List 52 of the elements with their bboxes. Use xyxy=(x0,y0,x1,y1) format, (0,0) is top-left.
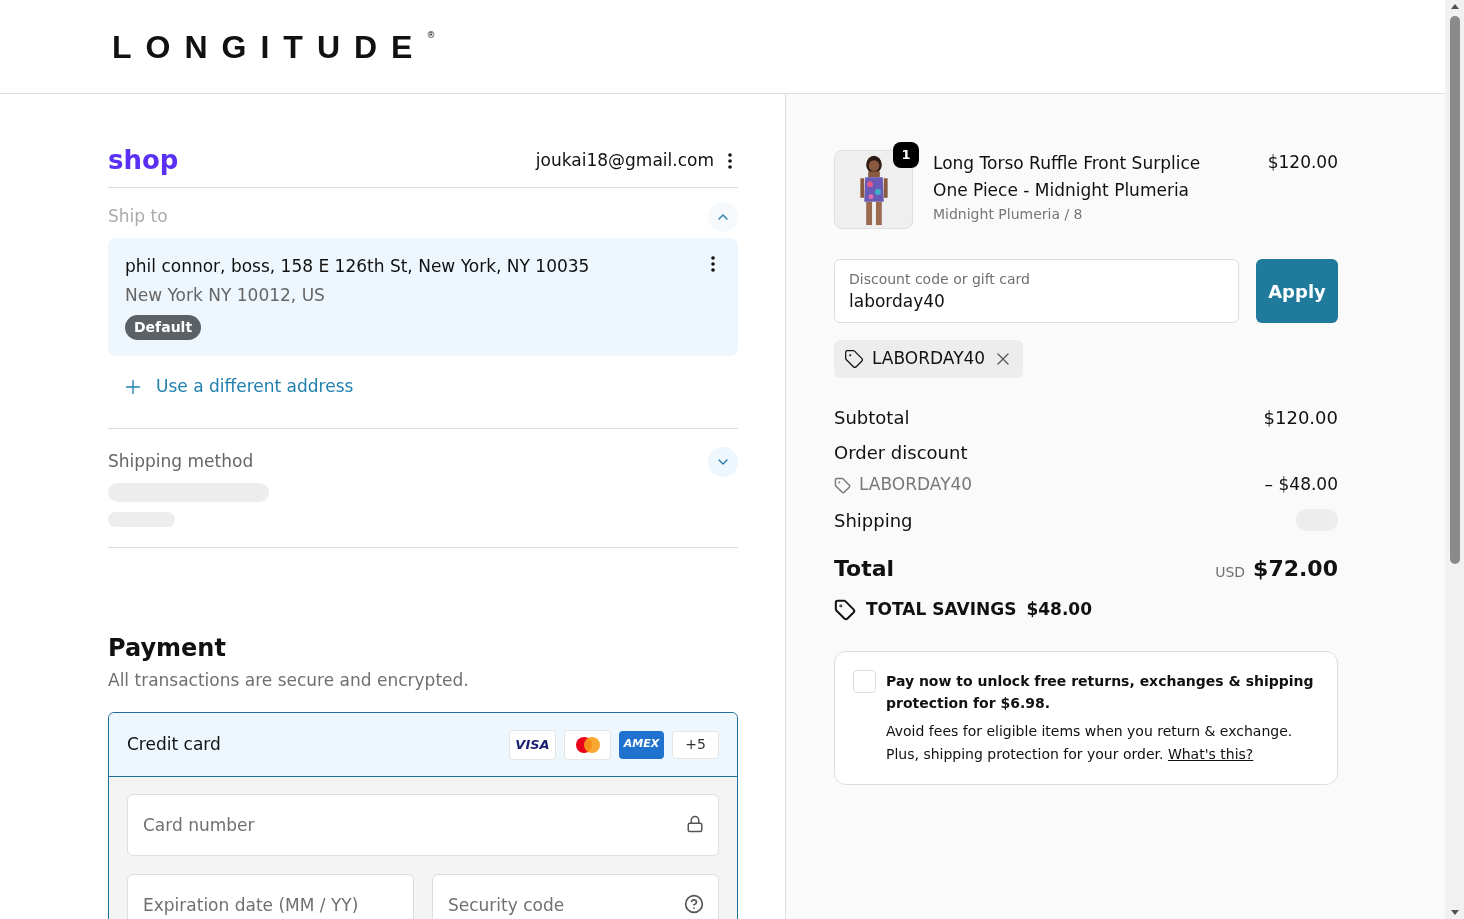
default-badge: Default xyxy=(125,315,202,340)
currency-code: USD xyxy=(1215,563,1246,582)
discount-code: LABORDAY40 xyxy=(859,473,973,497)
summary-label: Subtotal xyxy=(834,406,910,430)
amex-badge: AMEX xyxy=(619,730,664,759)
payment-option-label: Credit card xyxy=(127,732,221,756)
add-address-link[interactable]: Use a different address xyxy=(122,374,354,400)
card-field[interactable]: Card number xyxy=(127,794,719,856)
address-card[interactable]: phil connor, boss, 158 E 126th St, New York, NY 10035 New York NY 10012, US Default xyxy=(108,238,738,356)
summary-value: $120.00 xyxy=(1263,406,1338,430)
registered-mark: ® xyxy=(426,30,436,40)
discount-amount: – $48.00 xyxy=(1264,473,1338,497)
address-line: New York NY 10012, US xyxy=(125,283,326,307)
account-email: joukai18@gmail.com xyxy=(535,148,714,172)
tag-icon xyxy=(844,349,864,369)
total-amount: $72.00 xyxy=(1253,555,1338,583)
shop-logo: shop xyxy=(108,144,179,177)
scroll-bar[interactable] xyxy=(1445,0,1464,919)
payment-heading: Payment xyxy=(108,632,227,664)
summary-label: Order discount xyxy=(834,441,968,465)
more-options-icon xyxy=(728,152,732,169)
section-title: Shipping method xyxy=(108,449,254,473)
visa-badge: VISA xyxy=(509,729,556,760)
card-field[interactable]: Expiration date (MM / YY) xyxy=(127,874,414,919)
total-label: Total xyxy=(834,555,895,583)
address-line: phil connor, boss, 158 E 126th St, New York, NY 10035 xyxy=(125,255,590,278)
whats-this-link[interactable]: What's this? xyxy=(1167,745,1254,762)
mastercard-icon xyxy=(564,729,611,760)
applied-code: LABORDAY40 xyxy=(872,347,986,371)
product-name: Long Torso Ruffle Front Surplice One Piece - Midnight Plumeria xyxy=(933,152,1202,202)
payment-subtitle: All transactions are secure and encrypted. xyxy=(108,668,470,692)
tags-icon xyxy=(834,598,856,621)
tag-icon xyxy=(834,476,851,494)
apply-button[interactable]: Apply xyxy=(1256,259,1338,323)
field-label: Discount code or gift card xyxy=(849,270,1030,289)
lock-icon xyxy=(686,815,704,833)
help-icon[interactable] xyxy=(684,894,704,914)
savings-label: TOTAL SAVINGS xyxy=(866,598,1017,621)
product-variant: Midnight Plumeria / 8 xyxy=(933,205,1084,224)
section-title: Ship to xyxy=(108,205,168,229)
quantity-badge: 1 xyxy=(893,142,919,168)
protection-checkbox[interactable] xyxy=(853,669,876,693)
product-price: $120.00 xyxy=(1267,151,1338,174)
savings-amount: $48.00 xyxy=(1026,598,1092,621)
more-brands-count: +5 xyxy=(672,730,719,759)
store-logo[interactable]: LONGITUDE xyxy=(112,30,427,63)
payment-option[interactable]: Credit card VISA AMEX +5 xyxy=(109,713,737,776)
protection-description: Avoid fees for eligible items when you return & exchange. Plus, shipping protection for your order. What's this? xyxy=(886,721,1294,764)
card-field[interactable]: Security code xyxy=(432,874,719,919)
summary-label: Shipping xyxy=(834,508,913,533)
protection-title: Pay now to unlock free returns, exchanges & shipping protection for $6.98. xyxy=(886,671,1315,713)
more-options-icon xyxy=(711,256,715,272)
